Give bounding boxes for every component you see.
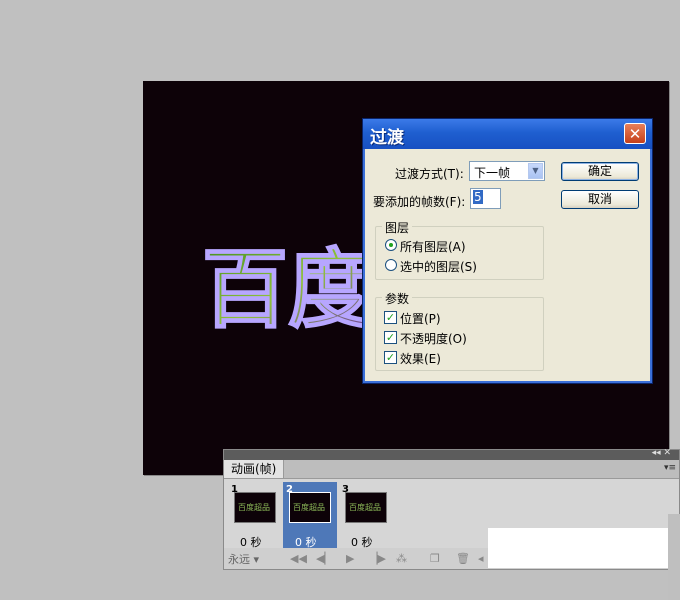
frame-thumbnail: 百度超品: [345, 492, 387, 523]
frames-input-value: 5: [473, 190, 483, 204]
radio-selected-dot: [389, 243, 393, 247]
prev-frame-icon[interactable]: ◀▏: [316, 552, 333, 565]
new-frame-icon[interactable]: ❐: [430, 552, 440, 565]
loop-select[interactable]: 永远 ▾: [228, 551, 284, 566]
cancel-button[interactable]: 取消: [561, 190, 639, 209]
canvas-text: 百度: [202, 239, 374, 340]
params-group-title: 参数: [382, 290, 413, 307]
scroll-area: [488, 528, 680, 568]
close-button[interactable]: ✕: [624, 123, 646, 144]
transition-dialog: 过渡 ✕ 过渡方式(T): 下一帧 ▼ 要添加的帧数(F): 5 确定 取消 图…: [362, 118, 653, 384]
transition-select[interactable]: 下一帧 ▼: [469, 161, 545, 181]
play-icon[interactable]: ▶: [346, 552, 354, 565]
next-frame-icon[interactable]: ▕▶: [369, 552, 386, 565]
close-icon: ✕: [628, 125, 642, 143]
chevron-down-icon[interactable]: ▼: [528, 163, 543, 179]
panel-tabrow: 动画(帧) ▾≡: [224, 460, 679, 479]
radio-selected-layers-label[interactable]: 选中的图层(S): [400, 258, 477, 275]
panel-topbar[interactable]: ◂◂ ✕: [224, 448, 679, 460]
layers-group-title: 图层: [382, 219, 413, 236]
radio-all-layers[interactable]: [385, 239, 397, 251]
frames-label: 要添加的帧数(F):: [373, 195, 466, 209]
layers-group: 图层 所有图层(A) 选中的图层(S): [375, 219, 544, 280]
checkbox-effects-label[interactable]: 效果(E): [400, 350, 441, 367]
dialog-titlebar[interactable]: 过渡 ✕: [363, 119, 652, 149]
first-frame-icon[interactable]: ◀◀: [290, 552, 307, 565]
checkbox-opacity-label[interactable]: 不透明度(O): [400, 330, 467, 347]
delete-frame-icon[interactable]: 🗑: [456, 552, 470, 565]
frames-input[interactable]: 5: [470, 188, 501, 209]
dialog-title: 过渡: [370, 128, 404, 148]
checkbox-opacity[interactable]: ✓: [384, 331, 397, 344]
panel-edge: [668, 514, 680, 600]
ok-button[interactable]: 确定: [561, 162, 639, 181]
radio-all-layers-label[interactable]: 所有图层(A): [400, 238, 466, 255]
tween-icon[interactable]: ⁂: [396, 552, 407, 565]
params-group: 参数 ✓ 位置(P) ✓ 不透明度(O) ✓ 效果(E): [375, 290, 544, 371]
transition-select-value: 下一帧: [474, 166, 511, 180]
collapse-icon[interactable]: ◂◂ ✕: [652, 448, 671, 458]
checkbox-position-label[interactable]: 位置(P): [400, 310, 441, 327]
scroll-left-icon[interactable]: ◂: [478, 552, 484, 565]
transition-label: 过渡方式(T):: [395, 167, 464, 181]
radio-selected-layers[interactable]: [385, 259, 397, 271]
frame-1[interactable]: 1 百度超品 0 秒: [228, 482, 282, 549]
frame-2[interactable]: 2 百度超品 0 秒: [283, 482, 337, 549]
frame-thumbnail: 百度超品: [289, 492, 331, 523]
frame-3[interactable]: 3 百度超品 0 秒: [339, 482, 393, 549]
panel-menu-icon[interactable]: ▾≡: [664, 463, 676, 473]
tab-animation-frames[interactable]: 动画(帧): [224, 460, 285, 478]
frame-thumbnail: 百度超品: [234, 492, 276, 523]
checkbox-effects[interactable]: ✓: [384, 351, 397, 364]
checkbox-position[interactable]: ✓: [384, 311, 397, 324]
